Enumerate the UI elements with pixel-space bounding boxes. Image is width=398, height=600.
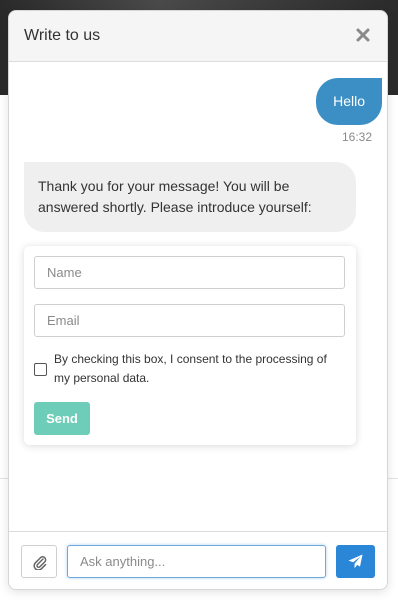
message-input[interactable] bbox=[67, 545, 326, 578]
composer-bar bbox=[9, 531, 387, 589]
close-button[interactable] bbox=[353, 25, 373, 45]
paper-plane-icon bbox=[348, 554, 363, 569]
attach-button[interactable] bbox=[21, 545, 57, 578]
chat-widget: Write to us Hello 16:32 Thank you for yo… bbox=[8, 10, 388, 590]
message-list[interactable]: Hello 16:32 Thank you for your message! … bbox=[9, 63, 387, 531]
close-icon bbox=[356, 28, 370, 42]
form-send-button[interactable]: Send bbox=[34, 402, 90, 435]
email-input[interactable] bbox=[34, 304, 345, 337]
name-input[interactable] bbox=[34, 256, 345, 289]
introduce-yourself-form: By checking this box, I consent to the p… bbox=[24, 246, 356, 445]
consent-label: By checking this box, I consent to the p… bbox=[54, 352, 327, 385]
incoming-message: Thank you for your message! You will be … bbox=[24, 162, 356, 232]
outgoing-message: Hello bbox=[316, 78, 382, 125]
paperclip-icon bbox=[33, 556, 47, 570]
chat-header: Write to us bbox=[9, 11, 387, 62]
consent-checkbox[interactable] bbox=[34, 363, 47, 376]
message-timestamp: 16:32 bbox=[341, 130, 372, 144]
send-button[interactable] bbox=[336, 545, 375, 578]
chat-title: Write to us bbox=[24, 27, 101, 44]
